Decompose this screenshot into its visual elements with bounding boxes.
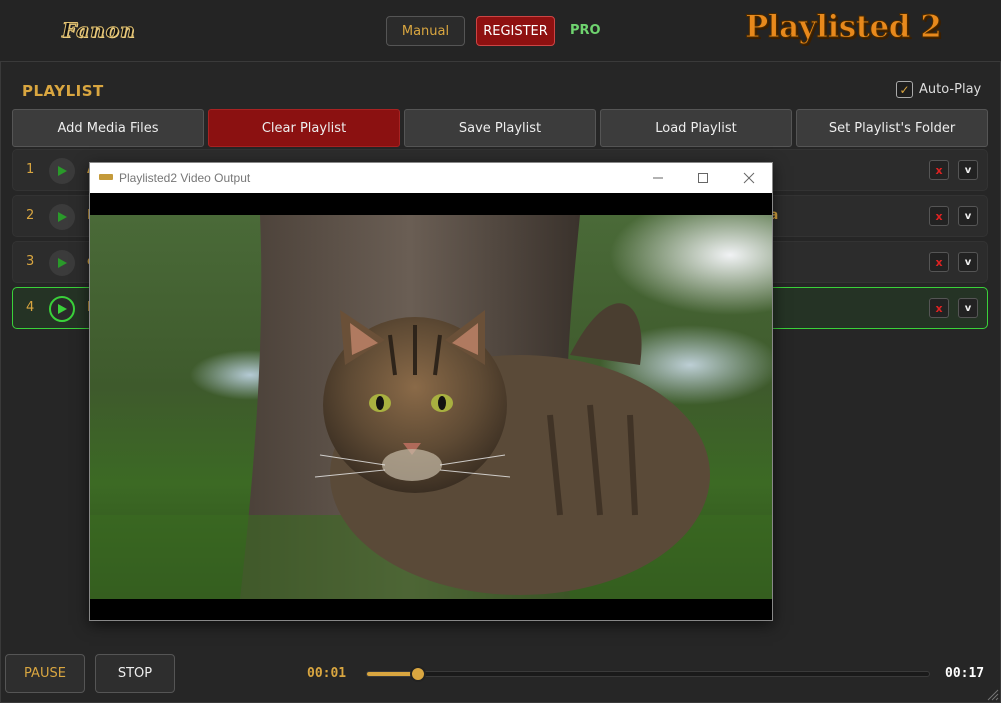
row-number: 2 <box>26 208 35 223</box>
row-play-button[interactable] <box>49 204 75 230</box>
seek-handle[interactable] <box>409 666 426 682</box>
pause-button[interactable]: PAUSE <box>5 654 85 693</box>
current-time: 00:01 <box>307 666 347 681</box>
play-icon <box>58 166 67 176</box>
video-output-window[interactable]: Playlisted2 Video Output <box>89 162 773 621</box>
row-play-button[interactable] <box>49 158 75 184</box>
maximize-button[interactable] <box>692 167 714 189</box>
row-more-button[interactable]: v <box>958 252 978 272</box>
seek-bar[interactable] <box>366 666 930 682</box>
app-logo: Playlisted 2 <box>744 9 942 46</box>
video-frame[interactable] <box>90 215 772 599</box>
row-play-button[interactable] <box>49 296 75 322</box>
total-time: 00:17 <box>945 666 985 681</box>
playlist-title: PLAYLIST <box>22 82 104 100</box>
row-more-button[interactable]: v <box>958 206 978 226</box>
register-button[interactable]: REGISTER <box>476 16 555 46</box>
resize-grip-icon[interactable] <box>985 687 999 701</box>
autoplay-checkbox[interactable]: ✓ <box>896 81 913 98</box>
stop-button[interactable]: STOP <box>95 654 175 693</box>
pro-label[interactable]: PRO <box>570 23 601 38</box>
minimize-button[interactable] <box>647 167 669 189</box>
row-number: 3 <box>26 254 35 269</box>
autoplay-toggle[interactable]: ✓ Auto-Play <box>896 81 981 98</box>
clear-playlist-button[interactable]: Clear Playlist <box>208 109 400 147</box>
row-more-button[interactable]: v <box>958 298 978 318</box>
row-delete-button[interactable]: x <box>929 252 949 272</box>
video-window-titlebar[interactable]: Playlisted2 Video Output <box>90 163 772 193</box>
play-icon <box>58 304 67 314</box>
manual-button[interactable]: Manual <box>386 16 465 46</box>
row-delete-button[interactable]: x <box>929 298 949 318</box>
close-icon <box>743 172 755 184</box>
cat-video-image <box>90 215 772 599</box>
add-media-files-button[interactable]: Add Media Files <box>12 109 204 147</box>
row-delete-button[interactable]: x <box>929 206 949 226</box>
fanon-logo: Fanon <box>62 18 136 43</box>
close-button[interactable] <box>738 167 760 189</box>
row-number: 4 <box>26 300 35 315</box>
row-delete-button[interactable]: x <box>929 160 949 180</box>
row-more-button[interactable]: v <box>958 160 978 180</box>
set-playlist-folder-button[interactable]: Set Playlist's Folder <box>796 109 988 147</box>
autoplay-label: Auto-Play <box>919 82 982 97</box>
app-icon <box>99 174 113 180</box>
play-icon <box>58 212 67 222</box>
video-window-title: Playlisted2 Video Output <box>119 171 251 185</box>
play-icon <box>58 258 67 268</box>
minimize-icon <box>653 177 663 179</box>
row-play-button[interactable] <box>49 250 75 276</box>
maximize-icon <box>698 173 708 183</box>
header-bar: Fanon Manual REGISTER PRO Playlisted 2 <box>0 0 1001 62</box>
check-icon: ✓ <box>899 82 910 97</box>
load-playlist-button[interactable]: Load Playlist <box>600 109 792 147</box>
save-playlist-button[interactable]: Save Playlist <box>404 109 596 147</box>
row-number: 1 <box>26 162 35 177</box>
